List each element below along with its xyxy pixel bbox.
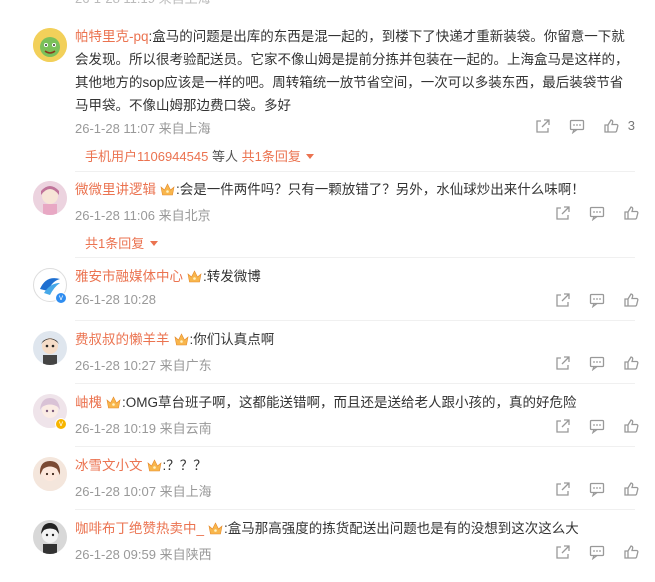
- comment-text-block: 帕特里克-pq:盒马的问题是出库的东西是混一起的，到楼下了快递才重新装袋。你留意…: [75, 25, 635, 117]
- comment-icon[interactable]: [589, 481, 607, 499]
- comment-text: :？？？: [162, 458, 207, 473]
- comment-meta: 26-1-28 10:28: [75, 292, 639, 310]
- comment-meta: 26-1-28 11:06 来自北京: [75, 205, 639, 223]
- like-icon[interactable]: [623, 205, 641, 223]
- comment-icon[interactable]: [569, 118, 587, 136]
- comment-username[interactable]: 费叔叔的懒羊羊: [75, 332, 170, 347]
- comment-meta: 26-1-28 09:59 来自陕西: [75, 544, 639, 562]
- comment-username[interactable]: 帕特里克-pq: [75, 29, 149, 44]
- divider: [75, 383, 635, 384]
- comment-text-block: 岫槐 :OMG草台班子啊，这都能送错啊，而且还是送给老人跟小孩的，真的好危险: [75, 391, 635, 414]
- like-count: 3: [627, 118, 635, 133]
- reply-count[interactable]: 共1条回复: [85, 236, 144, 251]
- comment-meta: 26-1-28 11:07 来自上海 3: [75, 118, 635, 136]
- avatar[interactable]: [33, 520, 67, 554]
- comment-username[interactable]: 岫槐: [75, 395, 102, 410]
- avatar[interactable]: [33, 457, 67, 491]
- like-icon[interactable]: [623, 544, 641, 562]
- comment-text-block: 冰雪文小文 :？？？: [75, 454, 635, 477]
- share-icon[interactable]: [555, 205, 573, 223]
- divider: [75, 509, 635, 510]
- comment-text: :OMG草台班子啊，这都能送错啊，而且还是送给老人跟小孩的，真的好危险: [122, 395, 577, 410]
- like-icon[interactable]: [603, 118, 621, 136]
- comment-icon[interactable]: [589, 205, 607, 223]
- reply-username[interactable]: 手机用户1106944545: [85, 149, 208, 164]
- previous-comment-fragment: 26-1-28 11:19 来自上海: [0, 0, 655, 8]
- reply-summary[interactable]: 手机用户1106944545 等人 共1条回复: [85, 146, 315, 165]
- share-icon[interactable]: [555, 481, 573, 499]
- divider: [75, 257, 635, 258]
- share-icon[interactable]: [555, 292, 573, 310]
- share-icon[interactable]: [535, 118, 553, 136]
- chevron-down-icon[interactable]: [149, 241, 158, 246]
- comment-time: 26-1-28 10:27 来自广东: [75, 358, 212, 373]
- comment-text: :会是一件两件吗？只有一颗放错了？另外，水仙球炒出来什么味啊！: [176, 182, 585, 197]
- crown-icon: [160, 183, 175, 196]
- reply-summary[interactable]: 共1条回复: [85, 233, 158, 252]
- avatar[interactable]: [33, 28, 67, 62]
- comment-meta: 26-1-28 10:27 来自广东: [75, 355, 639, 373]
- verified-icon: v: [55, 418, 67, 430]
- share-icon[interactable]: [555, 355, 573, 373]
- comment-username[interactable]: 雅安市融媒体中心: [75, 269, 183, 284]
- crown-icon: [187, 270, 202, 283]
- like-icon[interactable]: [623, 292, 641, 310]
- crown-icon: [147, 459, 161, 472]
- reply-count[interactable]: 共1条回复: [242, 149, 301, 164]
- comment-username[interactable]: 冰雪文小文: [75, 458, 143, 473]
- comment-time: 26-1-28 11:07 来自上海: [75, 121, 211, 136]
- chevron-down-icon[interactable]: [306, 154, 315, 159]
- avatar[interactable]: [33, 331, 67, 365]
- comment-text: :转发微博: [203, 269, 261, 284]
- comment-text: :盒马那高强度的拣货配送出问题也是有的没想到这次这么大: [224, 521, 579, 536]
- like-icon[interactable]: [623, 355, 641, 373]
- comment-text-block: 微微里讲逻辑 :会是一件两件吗？只有一颗放错了？另外，水仙球炒出来什么味啊！: [75, 178, 635, 201]
- comment-icon[interactable]: [589, 355, 607, 373]
- verified-icon: v: [55, 292, 67, 304]
- divider: [75, 320, 635, 321]
- comment-time: 26-1-28 11:06 来自北京: [75, 208, 211, 223]
- comment-text-block: 雅安市融媒体中心 :转发微博: [75, 265, 635, 288]
- comment-icon[interactable]: [589, 292, 607, 310]
- comment-meta: 26-1-28 10:07 来自上海: [75, 481, 639, 499]
- crown-icon: [208, 522, 223, 535]
- crown-icon: [174, 333, 188, 346]
- like-icon[interactable]: [623, 481, 641, 499]
- comment-time: 26-1-28 09:59 来自陕西: [75, 547, 212, 562]
- crown-icon: [106, 396, 121, 409]
- comment-text-block: 咖啡布丁绝赞热卖中_ :盒马那高强度的拣货配送出问题也是有的没想到这次这么大: [75, 517, 635, 540]
- comment-username[interactable]: 咖啡布丁绝赞热卖中_: [75, 521, 204, 536]
- comment-time: 26-1-28 10:28: [75, 292, 156, 307]
- comment-text: :盒马的问题是出库的东西是混一起的，到楼下了快递才重新装袋。你留意一下就会发现。…: [75, 29, 629, 113]
- divider: [75, 446, 635, 447]
- share-icon[interactable]: [555, 544, 573, 562]
- share-icon[interactable]: [555, 418, 573, 436]
- divider: [75, 171, 635, 172]
- comment-text: :你们认真点啊: [189, 332, 275, 347]
- comment-username[interactable]: 微微里讲逻辑: [75, 182, 156, 197]
- comment-icon[interactable]: [589, 418, 607, 436]
- comment-time: 26-1-28 10:19 来自云南: [75, 421, 212, 436]
- comment-text-block: 费叔叔的懒羊羊 :你们认真点啊: [75, 328, 635, 351]
- avatar[interactable]: [33, 181, 67, 215]
- reply-suffix: 等人: [211, 149, 238, 164]
- comment-icon[interactable]: [589, 544, 607, 562]
- comment-meta: 26-1-28 10:19 来自云南: [75, 418, 639, 436]
- comment-time: 26-1-28 10:07 来自上海: [75, 484, 212, 499]
- like-icon[interactable]: [623, 418, 641, 436]
